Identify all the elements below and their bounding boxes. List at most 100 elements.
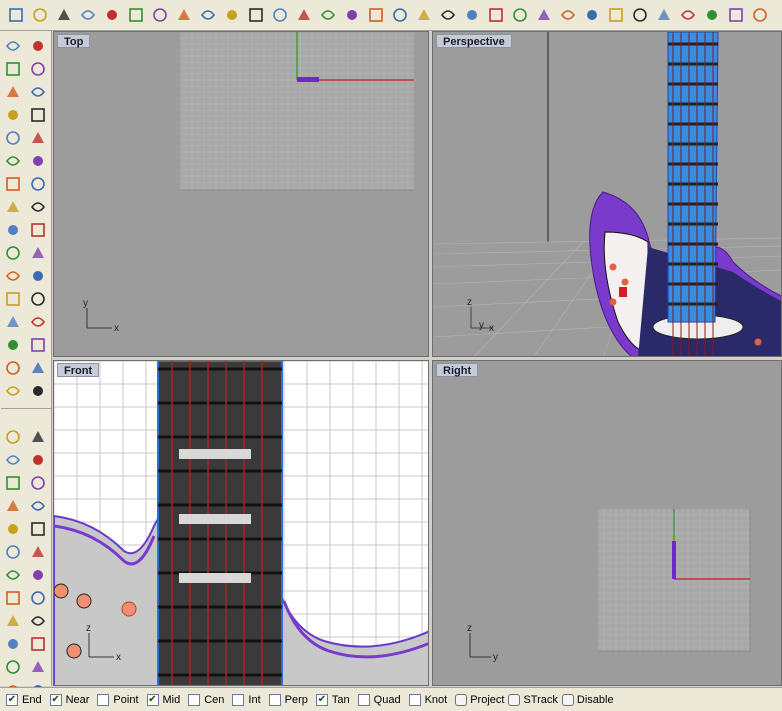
polyline-icon[interactable] (1, 58, 25, 80)
cone-icon[interactable] (26, 610, 50, 632)
anchor-icon[interactable] (1, 541, 25, 563)
sweep-icon[interactable] (1, 472, 25, 494)
group-icon[interactable] (1, 288, 25, 310)
toggle-strack[interactable]: STrack (508, 692, 558, 708)
torus-icon[interactable] (26, 656, 50, 678)
boolean-icon[interactable] (26, 242, 50, 264)
zoom-selected-icon[interactable] (340, 4, 363, 27)
extrude-icon[interactable] (1, 449, 25, 471)
point-icon[interactable] (26, 35, 50, 57)
circle-surface-icon[interactable] (1, 150, 25, 172)
undo-icon[interactable] (196, 4, 219, 27)
rotate-icon[interactable] (364, 4, 387, 27)
toggle-project[interactable]: Project (455, 692, 504, 708)
toggle-disable[interactable]: Disable (561, 692, 614, 708)
viewport-title-top[interactable]: Top (57, 34, 91, 48)
osnap-checkbox[interactable] (188, 693, 201, 706)
settings-icon[interactable] (700, 4, 723, 27)
color-wheel-icon[interactable] (580, 4, 603, 27)
ellipse-icon[interactable] (1, 104, 25, 126)
pipe-icon[interactable] (1, 656, 25, 678)
cap-icon[interactable] (26, 518, 50, 540)
osnap-checkbox[interactable] (97, 693, 110, 706)
transform-icon[interactable] (1, 242, 25, 264)
solid-pink-icon[interactable] (26, 426, 50, 448)
open-icon[interactable] (28, 4, 51, 27)
osnap-int[interactable]: Int (232, 691, 261, 709)
cut-icon[interactable] (124, 4, 147, 27)
viewport-perspective[interactable]: Perspective z y x (432, 31, 782, 357)
import-icon[interactable] (100, 4, 123, 27)
zoom-extents-icon[interactable] (316, 4, 339, 27)
osnap-checkbox[interactable]: ✔ (146, 693, 159, 706)
osnap-knot[interactable]: Knot (408, 691, 447, 709)
revolve-icon[interactable] (26, 449, 50, 471)
tooth-icon[interactable] (1, 564, 25, 586)
box-icon[interactable] (1, 196, 25, 218)
new-icon[interactable] (4, 4, 27, 27)
select-arrow-icon[interactable] (1, 35, 25, 57)
osnap-mid[interactable]: ✔ Mid (146, 691, 180, 709)
mesh-icon[interactable] (26, 380, 50, 402)
properties-icon[interactable] (26, 357, 50, 379)
cube-solid-icon[interactable] (26, 633, 50, 655)
osnap-quad[interactable]: Quad (357, 691, 401, 709)
osnap-tan[interactable]: ✔ Tan (315, 691, 350, 709)
viewport-right[interactable]: Right z y (432, 360, 782, 686)
render-icon[interactable] (1, 380, 25, 402)
print-icon[interactable] (76, 4, 99, 27)
offset-icon[interactable] (26, 150, 50, 172)
viewport-title-right[interactable]: Right (436, 363, 479, 377)
osnap-end[interactable]: ✔ End (6, 691, 42, 709)
four-viewports-icon[interactable] (388, 4, 411, 27)
shell-icon[interactable] (26, 541, 50, 563)
copy-icon[interactable] (148, 4, 171, 27)
surface-icon[interactable] (436, 4, 459, 27)
wedge-icon[interactable] (1, 610, 25, 632)
edge-icon[interactable] (26, 564, 50, 586)
cylinder-icon[interactable] (1, 219, 25, 241)
lock-icon[interactable] (532, 4, 555, 27)
osnap-near[interactable]: ✔ Near (49, 691, 89, 709)
osnap-point[interactable]: Point (97, 691, 139, 709)
polygon-icon[interactable] (1, 127, 25, 149)
split-icon[interactable] (26, 265, 50, 287)
viewport-title-perspective[interactable]: Perspective (436, 34, 512, 48)
curve-edit-icon[interactable] (1, 311, 25, 333)
osnap-cen[interactable]: Cen (188, 691, 224, 709)
rectangle-icon[interactable] (26, 104, 50, 126)
solid-red-icon[interactable] (1, 426, 25, 448)
sphere-solid-icon[interactable] (26, 196, 50, 218)
layers-icon[interactable] (556, 4, 579, 27)
osnap-checkbox[interactable]: ✔ (49, 693, 62, 706)
help-icon[interactable] (748, 4, 771, 27)
chamfer-icon[interactable] (1, 587, 25, 609)
osnap-checkbox[interactable]: ✔ (315, 693, 328, 706)
light-icon[interactable] (508, 4, 531, 27)
zoom-window-icon[interactable] (292, 4, 315, 27)
rotate-view-icon[interactable] (244, 4, 267, 27)
loft-icon[interactable] (26, 173, 50, 195)
car-icon[interactable] (412, 4, 435, 27)
osnap-checkbox[interactable] (232, 693, 245, 706)
zoom-icon[interactable] (268, 4, 291, 27)
surface-patch-icon[interactable] (1, 173, 25, 195)
bulb-icon[interactable] (1, 518, 25, 540)
circle-icon[interactable] (1, 81, 25, 103)
viewport-top[interactable]: Top y x (53, 31, 429, 357)
save-icon[interactable] (52, 4, 75, 27)
point-edit-icon[interactable] (26, 311, 50, 333)
block-icon[interactable] (1, 357, 25, 379)
osnap-checkbox[interactable] (408, 693, 421, 706)
sphere-icon[interactable] (604, 4, 627, 27)
flag-icon[interactable] (676, 4, 699, 27)
gear-icon[interactable] (628, 4, 651, 27)
viewport-title-front[interactable]: Front (57, 363, 100, 377)
move-icon[interactable] (1, 265, 25, 287)
grid-snap-icon[interactable] (724, 4, 747, 27)
array-icon[interactable] (26, 288, 50, 310)
osnap-checkbox[interactable]: ✔ (6, 693, 18, 706)
cross-icon[interactable] (26, 587, 50, 609)
osnap-checkbox[interactable] (357, 693, 370, 706)
render-sphere-icon[interactable] (652, 4, 675, 27)
